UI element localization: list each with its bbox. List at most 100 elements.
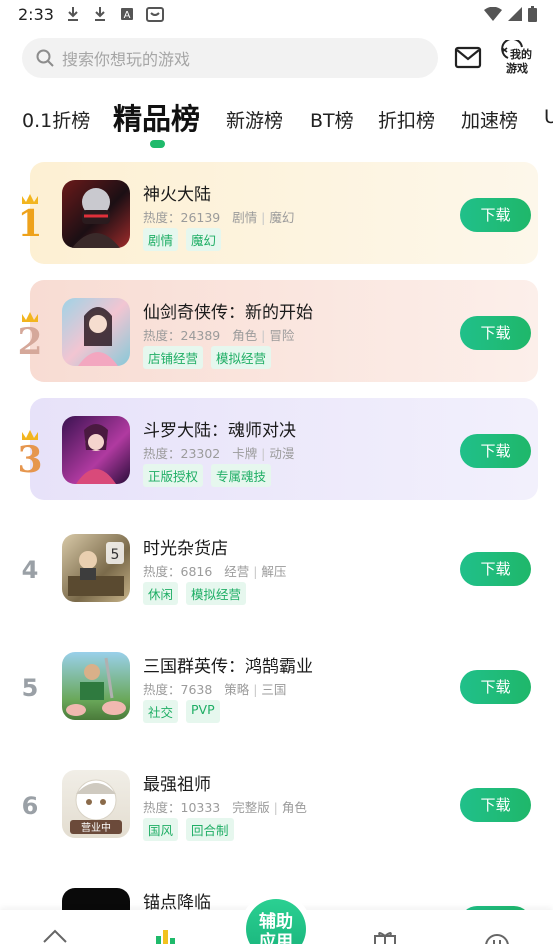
heat-value: 热度：23302 (143, 446, 221, 461)
tab-boost[interactable]: 加速榜 (461, 106, 518, 133)
tag: 专属魂技 (211, 464, 272, 487)
heat-value: 热度：10333 (143, 800, 221, 815)
game-title: 斗罗大陆：魂师对决 (143, 421, 296, 441)
game-row[interactable]: 2 仙剑奇侠传：新的开始 热度：24389 角色 | 冒险 店铺经营 模拟经营 … (0, 278, 553, 396)
status-bar: 2:33 A (0, 0, 553, 30)
tag: PVP (186, 700, 220, 723)
heat-value: 热度：24389 (143, 328, 221, 343)
game-meta: 热度：23302 卡牌 | 动漫 (143, 446, 295, 461)
download-icon (68, 7, 78, 21)
game-tags: 店铺经营 模拟经营 (143, 346, 272, 369)
category: 卡牌 (232, 446, 258, 461)
search-input[interactable]: 搜索你想玩的游戏 (22, 38, 438, 78)
game-icon-image[interactable] (62, 652, 130, 720)
game-icon-image[interactable]: 5 (62, 534, 130, 602)
svg-text:2: 2 (17, 321, 42, 358)
game-title: 最强祖师 (143, 775, 211, 795)
game-row[interactable]: 6 营业中 最强祖师 热度：10333 完整版 | 角色 国风 回合制 下载 (0, 750, 553, 868)
gift-icon[interactable] (372, 928, 398, 944)
game-icon-image[interactable]: 营业中 (62, 770, 130, 838)
font-a-icon: A (121, 8, 133, 21)
tab-bt[interactable]: BT榜 (310, 106, 354, 133)
battery-icon (528, 6, 537, 22)
game-row[interactable]: 4 5 时光杂货店 热度：6816 经营 | 解压 休闲 模拟经营 下载 (0, 514, 553, 632)
game-title: 三国群英传：鸿鹄霸业 (143, 657, 313, 677)
download-button[interactable]: 下载 (460, 198, 531, 232)
game-icon-image[interactable] (62, 416, 130, 484)
download-button[interactable]: 下载 (460, 670, 531, 704)
status-indicators (484, 6, 537, 22)
game-row[interactable]: 1 神火大陆 热度：26139 剧情 | 魔幻 剧情 魔幻 下载 (0, 160, 553, 278)
tag: 剧情 (143, 228, 179, 251)
game-tags: 休闲 模拟经营 (143, 582, 247, 605)
category: 完整版 (232, 800, 270, 815)
game-thumbnail (66, 657, 126, 716)
rank-number: 5 (21, 674, 39, 702)
svg-text:5: 5 (111, 547, 120, 563)
svg-text:3: 3 (17, 439, 42, 476)
status-time: 2:33 (18, 5, 54, 24)
tab-new-games[interactable]: 新游榜 (226, 106, 283, 133)
tag: 国风 (143, 818, 179, 841)
heat-value: 热度：7638 (143, 682, 213, 697)
search-icon (36, 49, 54, 67)
download-button[interactable]: 下载 (460, 434, 531, 468)
tag: 社交 (143, 700, 179, 723)
svg-text:营业中: 营业中 (81, 821, 111, 834)
my-games-button[interactable]: 我的 游戏 (496, 40, 536, 76)
rank-number: 6 (21, 792, 39, 820)
tag: 休闲 (143, 582, 179, 605)
game-icon-image[interactable] (62, 180, 130, 248)
tag: 正版授权 (143, 464, 204, 487)
ranking-icon[interactable] (152, 928, 178, 944)
profile-icon[interactable] (484, 928, 510, 944)
tag: 魔幻 (186, 228, 222, 251)
assist-apps-label: 应用 (259, 932, 293, 944)
gold-medal-icon: 1 (17, 194, 43, 240)
download-button[interactable]: 下载 (460, 788, 531, 822)
svg-text:A: A (124, 10, 131, 21)
tag: 回合制 (186, 818, 234, 841)
assist-apps-badge: 辅助 应用 (246, 899, 306, 944)
game-thumbnail (76, 424, 116, 484)
tag: 模拟经营 (211, 346, 272, 369)
game-meta: 热度：26139 剧情 | 魔幻 (143, 210, 295, 225)
category: 角色 (232, 328, 258, 343)
game-row[interactable]: 3 斗罗大陆：魂师对决 热度：23302 卡牌 | 动漫 正版授权 专属魂技 下… (0, 396, 553, 514)
tab-more[interactable]: U (544, 106, 553, 128)
tab-premium[interactable]: 精品榜 (113, 96, 200, 138)
download-button[interactable]: 下载 (460, 552, 531, 586)
my-games-label: 游戏 (506, 62, 528, 75)
download-icon (95, 7, 105, 21)
game-meta: 热度：10333 完整版 | 角色 (143, 800, 307, 815)
home-icon[interactable] (42, 928, 68, 944)
mail-icon[interactable] (454, 45, 482, 71)
game-icon-image[interactable] (62, 298, 130, 366)
game-title: 仙剑奇侠传：新的开始 (143, 303, 313, 323)
game-title: 时光杂货店 (143, 539, 228, 559)
assist-apps-label: 辅助 (259, 912, 293, 932)
active-tab-indicator (150, 140, 165, 148)
game-title: 神火大陆 (143, 185, 211, 205)
tab-0.1-discount[interactable]: 0.1折榜 (22, 106, 90, 133)
game-tags: 社交 PVP (143, 700, 220, 723)
game-tags: 正版授权 专属魂技 (143, 464, 272, 487)
svg-text:1: 1 (17, 203, 42, 240)
tab-discount[interactable]: 折扣榜 (378, 106, 435, 133)
tag: 店铺经营 (143, 346, 204, 369)
category: 角色 (281, 800, 307, 815)
category: 魔幻 (269, 210, 295, 225)
game-meta: 热度：24389 角色 | 冒险 (143, 328, 295, 343)
game-meta: 热度：7638 策略 | 三国 (143, 682, 287, 697)
calendar-icon (146, 7, 164, 22)
heat-value: 热度：6816 (143, 564, 213, 579)
category: 剧情 (232, 210, 258, 225)
game-tags: 剧情 魔幻 (143, 228, 222, 251)
game-thumbnail (72, 188, 120, 248)
game-row[interactable]: 5 三国群英传：鸿鹄霸业 热度：7638 策略 | 三国 社交 PVP 下载 (0, 632, 553, 750)
category: 经营 (224, 564, 250, 579)
heat-value: 热度：26139 (143, 210, 221, 225)
ranking-tabs: 0.1折榜 精品榜 新游榜 BT榜 折扣榜 加速榜 U (0, 92, 553, 150)
download-button[interactable]: 下载 (460, 316, 531, 350)
category: 解压 (261, 564, 287, 579)
